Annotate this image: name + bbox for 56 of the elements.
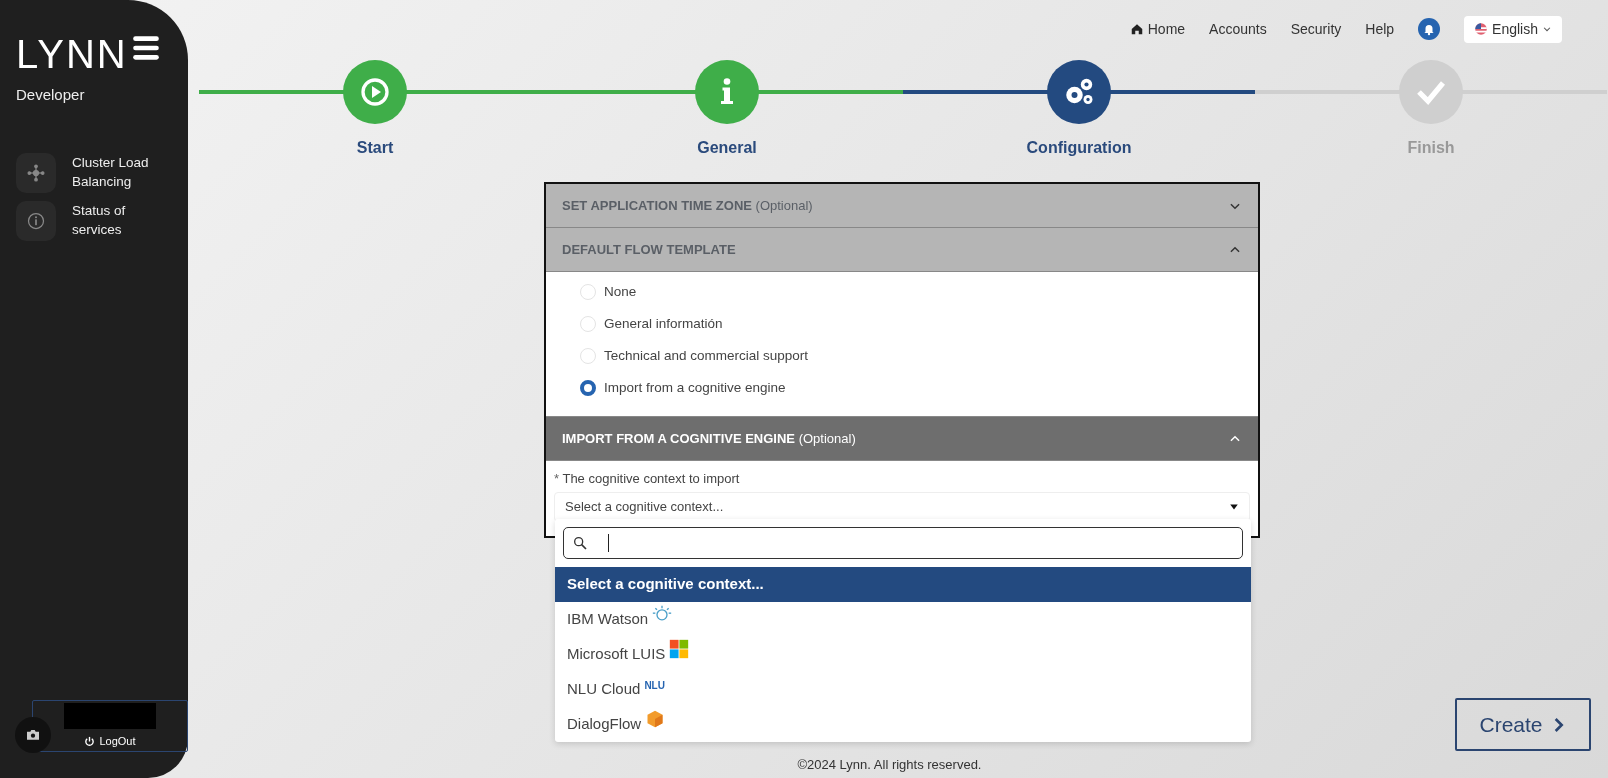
logout-button[interactable]: LogOut [84,732,136,750]
radio-option[interactable]: None [580,276,1258,308]
dropdown-option[interactable]: Microsoft LUIS [555,637,1251,672]
step-label: Configuration [1026,138,1132,158]
create-button[interactable]: Create [1455,698,1591,751]
section-header[interactable]: IMPORT FROM A COGNITIVE ENGINE (Optional) [546,417,1258,461]
radio-option[interactable]: General informatión [580,308,1258,340]
radio-option[interactable]: Technical and commercial support [580,340,1258,372]
nav-link[interactable]: Help [1365,18,1395,40]
power-icon [84,735,96,747]
cube-icon [645,709,666,729]
option-label: General informatión [604,314,723,333]
notification-button[interactable] [1418,18,1441,40]
search-icon [572,535,588,551]
role-label: Developer [15,85,86,105]
option-label: Import from a cognitive engine [604,378,786,397]
chevron-down-icon [1542,24,1552,34]
four-squares-icon [669,639,690,659]
language-dropdown[interactable]: English [1464,15,1562,43]
dropdown-option[interactable]: Select a cognitive context... [555,567,1251,602]
info-icon [26,210,46,231]
search-field[interactable] [563,527,1243,559]
network-icon [26,162,46,183]
dropdown-option[interactable]: IBM Watson [555,602,1251,637]
nav-icon-tile[interactable] [16,152,56,193]
text-cursor [608,534,609,552]
nav-link[interactable]: Security [1290,18,1342,40]
section-title: DEFAULT FLOW TEMPLATE [562,241,736,257]
flag-icon [1474,22,1489,36]
nav-link[interactable]: Home [1129,18,1186,40]
footer-text: ©2024 Lynn. All rights reserved. [797,755,982,774]
sidebar-item[interactable]: Status of services [72,200,162,240]
home-icon [1129,22,1144,36]
required-mark: * [554,471,560,486]
nav-icon-tile[interactable] [16,200,56,241]
section-title: IMPORT FROM A COGNITIVE ENGINE [562,430,796,446]
menu-icon[interactable] [132,34,160,62]
dropdown-option[interactable]: DialogFlow [555,707,1251,742]
radio-option[interactable]: Import from a cognitive engine [580,372,1258,404]
section-title: SET APPLICATION TIME ZONE [562,197,752,213]
dropdown-option[interactable]: NLU Cloud NLU [555,672,1251,707]
logo-text: NLU [644,679,665,693]
radio-button[interactable] [580,380,596,396]
field-label-text: The cognitive context to import [562,471,740,486]
nav-link[interactable]: Accounts [1209,18,1267,40]
camera-button[interactable] [15,717,51,753]
option-label: Technical and commercial support [604,346,809,365]
step-label: General [697,138,757,158]
sidebar-item[interactable]: Cluster Load Balancing [72,152,162,192]
logo-wordmark: LYNN [16,34,128,74]
option-label: None [604,282,637,301]
step-label: Start [356,138,394,158]
step-label: Finish [1407,138,1455,158]
camera-icon [25,727,41,743]
optional-note: (Optional) [755,197,813,213]
optional-note: (Optional) [798,430,856,446]
